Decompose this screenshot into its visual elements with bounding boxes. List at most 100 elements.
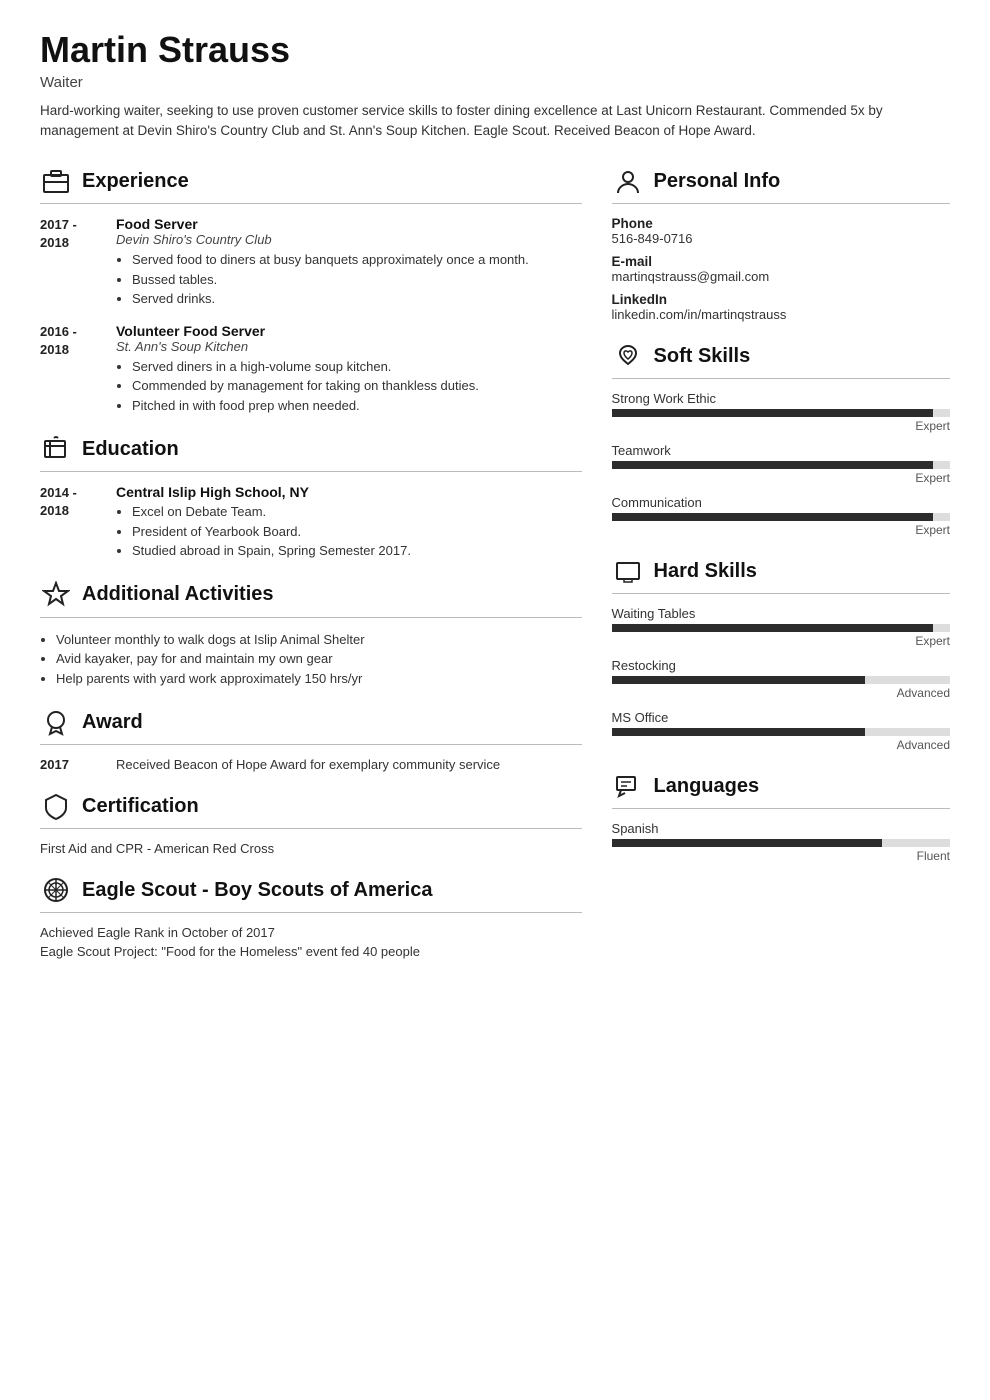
bullet: Bussed tables. bbox=[132, 270, 582, 290]
soft-skills-divider bbox=[612, 378, 950, 379]
hard-skills-divider bbox=[612, 593, 950, 594]
eagle-entries: Achieved Eagle Rank in October of 2017 Ea… bbox=[40, 925, 582, 959]
personal-info-header: Personal Info bbox=[612, 165, 950, 197]
eagle-item: Achieved Eagle Rank in October of 2017 bbox=[40, 925, 582, 940]
linkedin-value: linkedin.com/in/martinqstrauss bbox=[612, 307, 950, 322]
skill-item: MS Office Advanced bbox=[612, 710, 950, 752]
experience-heading: Experience bbox=[82, 170, 189, 193]
award-heading: Award bbox=[82, 711, 143, 734]
hard-skills-icon bbox=[612, 555, 644, 587]
soft-skills-header: Soft Skills bbox=[612, 340, 950, 372]
soft-skills-icon bbox=[612, 340, 644, 372]
certification-heading: Certification bbox=[82, 795, 199, 818]
award-entry: 2017 Received Beacon of Hope Award for e… bbox=[40, 757, 582, 772]
skill-bar-container bbox=[612, 409, 950, 417]
email-field: E-mail martinqstrauss@gmail.com bbox=[612, 254, 950, 284]
skill-name: Waiting Tables bbox=[612, 606, 950, 621]
languages-entries: Spanish Fluent bbox=[612, 821, 950, 863]
experience-divider bbox=[40, 203, 582, 204]
activities-entries: Volunteer monthly to walk dogs at Islip … bbox=[40, 630, 582, 689]
phone-field: Phone 516-849-0716 bbox=[612, 216, 950, 246]
skill-bar-fill bbox=[612, 728, 866, 736]
skill-name: Communication bbox=[612, 495, 950, 510]
hard-skills-heading: Hard Skills bbox=[654, 560, 757, 583]
entry-date: 2017 - 2018 bbox=[40, 216, 100, 309]
experience-entry: 2016 - 2018 Volunteer Food Server St. An… bbox=[40, 323, 582, 416]
entry-date: 2016 - 2018 bbox=[40, 323, 100, 416]
award-text: Received Beacon of Hope Award for exempl… bbox=[116, 757, 500, 772]
languages-icon bbox=[612, 770, 644, 802]
columns: Experience 2017 - 2018 Food Server Devin… bbox=[40, 165, 950, 977]
certification-entries: First Aid and CPR - American Red Cross bbox=[40, 841, 582, 856]
skill-bar-fill bbox=[612, 409, 934, 417]
skill-item: Communication Expert bbox=[612, 495, 950, 537]
skill-item: Restocking Advanced bbox=[612, 658, 950, 700]
soft-skills-entries: Strong Work Ethic Expert Teamwork Expert… bbox=[612, 391, 950, 537]
education-section-header: Education bbox=[40, 433, 582, 465]
activity-bullet: Avid kayaker, pay for and maintain my ow… bbox=[56, 649, 582, 669]
hard-skills-entries: Waiting Tables Expert Restocking Advance… bbox=[612, 606, 950, 752]
hard-skills-section: Hard Skills Waiting Tables Expert Restoc… bbox=[612, 555, 950, 752]
entry-bullets: Excel on Debate Team.President of Yearbo… bbox=[116, 502, 582, 561]
skill-name: Spanish bbox=[612, 821, 950, 836]
skill-bar-container bbox=[612, 513, 950, 521]
skill-level-label: Advanced bbox=[612, 738, 950, 752]
activities-heading: Additional Activities bbox=[82, 583, 274, 606]
skill-level-label: Expert bbox=[612, 523, 950, 537]
certification-section-header: Certification bbox=[40, 790, 582, 822]
skill-level-label: Expert bbox=[612, 471, 950, 485]
skill-bar-fill bbox=[612, 624, 934, 632]
skill-bar-container bbox=[612, 624, 950, 632]
education-icon bbox=[40, 433, 72, 465]
activities-section: Additional Activities Volunteer monthly … bbox=[40, 579, 582, 689]
education-section: Education 2014 - 2018 Central Islip High… bbox=[40, 433, 582, 561]
candidate-name: Martin Strauss bbox=[40, 30, 950, 70]
activities-list: Volunteer monthly to walk dogs at Islip … bbox=[40, 630, 582, 689]
linkedin-label: LinkedIn bbox=[612, 292, 950, 307]
job-title: Volunteer Food Server bbox=[116, 323, 582, 339]
skill-level-label: Expert bbox=[612, 634, 950, 648]
bullet: Commended by management for taking on th… bbox=[132, 376, 582, 396]
skill-item: Strong Work Ethic Expert bbox=[612, 391, 950, 433]
skill-bar-container bbox=[612, 461, 950, 469]
skill-level-label: Fluent bbox=[612, 849, 950, 863]
languages-divider bbox=[612, 808, 950, 809]
hard-skills-header: Hard Skills bbox=[612, 555, 950, 587]
skill-bar-fill bbox=[612, 676, 866, 684]
skill-bar-container bbox=[612, 839, 950, 847]
certification-section: Certification First Aid and CPR - Americ… bbox=[40, 790, 582, 856]
header: Martin Strauss Waiter Hard-working waite… bbox=[40, 30, 950, 141]
eagle-divider bbox=[40, 912, 582, 913]
education-entries: 2014 - 2018 Central Islip High School, N… bbox=[40, 484, 582, 561]
bullet: Served food to diners at busy banquets a… bbox=[132, 250, 582, 270]
summary: Hard-working waiter, seeking to use prov… bbox=[40, 101, 950, 142]
skill-name: Restocking bbox=[612, 658, 950, 673]
languages-section: Languages Spanish Fluent bbox=[612, 770, 950, 863]
linkedin-field: LinkedIn linkedin.com/in/martinqstrauss bbox=[612, 292, 950, 322]
activities-divider bbox=[40, 617, 582, 618]
bullet: Excel on Debate Team. bbox=[132, 502, 582, 522]
skill-name: MS Office bbox=[612, 710, 950, 725]
skill-bar-fill bbox=[612, 513, 934, 521]
experience-entry: 2017 - 2018 Food Server Devin Shiro's Co… bbox=[40, 216, 582, 309]
eagle-section-header: Eagle Scout - Boy Scouts of America bbox=[40, 874, 582, 906]
job-title: Food Server bbox=[116, 216, 582, 232]
education-heading: Education bbox=[82, 438, 179, 461]
experience-section: Experience 2017 - 2018 Food Server Devin… bbox=[40, 165, 582, 415]
activity-bullet: Volunteer monthly to walk dogs at Islip … bbox=[56, 630, 582, 650]
experience-entries: 2017 - 2018 Food Server Devin Shiro's Co… bbox=[40, 216, 582, 415]
skill-bar-fill bbox=[612, 839, 883, 847]
skill-bar-container bbox=[612, 676, 950, 684]
entry-content: Food Server Devin Shiro's Country Club S… bbox=[116, 216, 582, 309]
bullet: Served drinks. bbox=[132, 289, 582, 309]
eagle-item: Eagle Scout Project: "Food for the Homel… bbox=[40, 944, 582, 959]
personal-info-icon bbox=[612, 165, 644, 197]
skill-level-label: Advanced bbox=[612, 686, 950, 700]
award-icon bbox=[40, 706, 72, 738]
award-year: 2017 bbox=[40, 757, 100, 772]
personal-info-block: Phone 516-849-0716 E-mail martinqstrauss… bbox=[612, 216, 950, 322]
school-name: Central Islip High School, NY bbox=[116, 484, 582, 500]
bullet: Served diners in a high-volume soup kitc… bbox=[132, 357, 582, 377]
eagle-heading: Eagle Scout - Boy Scouts of America bbox=[82, 879, 432, 902]
skill-item: Waiting Tables Expert bbox=[612, 606, 950, 648]
